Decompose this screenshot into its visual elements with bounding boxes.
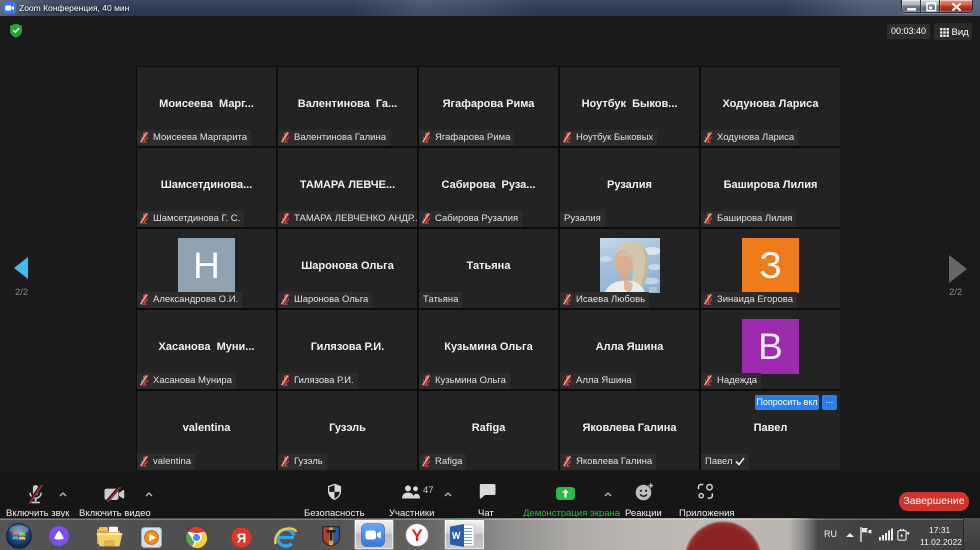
svg-text:Y: Y bbox=[411, 526, 423, 545]
svg-text:Я: Я bbox=[237, 530, 246, 545]
